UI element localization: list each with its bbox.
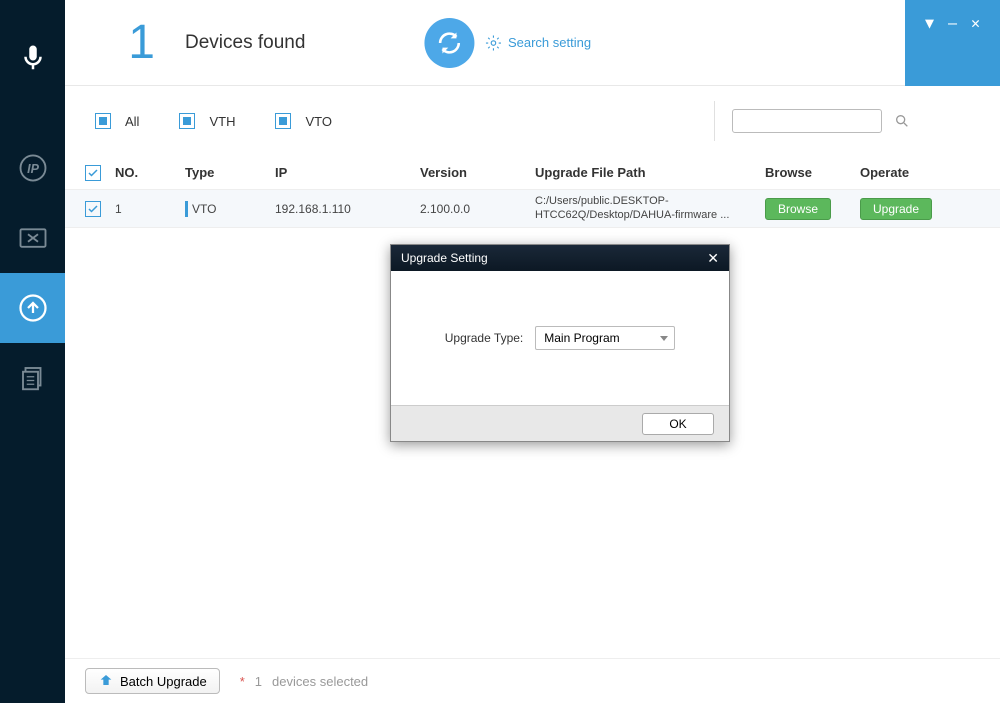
- type-indicator: [185, 201, 188, 217]
- th-browse: Browse: [765, 165, 860, 180]
- upgrade-type-label: Upgrade Type:: [445, 331, 524, 345]
- device-count: 1: [115, 15, 155, 70]
- footer: Batch Upgrade * 1 devices selected: [65, 658, 1000, 703]
- check-icon: [87, 203, 99, 215]
- caret-down-icon: [660, 336, 668, 341]
- cell-type-text: VTO: [192, 202, 216, 216]
- modal-close-button[interactable]: ✕: [707, 250, 719, 267]
- upgrade-type-value: Main Program: [544, 331, 619, 345]
- sidebar-upgrade[interactable]: [0, 273, 65, 343]
- th-path: Upgrade File Path: [535, 165, 765, 180]
- search-input[interactable]: [732, 109, 882, 133]
- svg-text:IP: IP: [27, 162, 39, 176]
- filter-all-label: All: [125, 114, 139, 129]
- batch-icon: [98, 673, 114, 689]
- th-no: NO.: [115, 165, 185, 180]
- separator: [714, 101, 715, 141]
- search-setting-label: Search setting: [508, 35, 591, 50]
- table-header: NO. Type IP Version Upgrade File Path Br…: [65, 156, 1000, 190]
- check-icon: [87, 167, 99, 179]
- docs-icon: [18, 363, 48, 393]
- filter-vth-label: VTH: [209, 114, 235, 129]
- ok-button[interactable]: OK: [642, 413, 714, 435]
- upgrade-type-select[interactable]: Main Program: [535, 326, 675, 350]
- table-row: 1 VTO 192.168.1.110 2.100.0.0 C:/Users/p…: [65, 190, 1000, 228]
- filter-vth[interactable]: VTH: [179, 113, 235, 129]
- th-ip: IP: [275, 165, 420, 180]
- mic-icon: [18, 43, 48, 73]
- selection-info: * 1 devices selected: [240, 674, 368, 689]
- batch-label: Batch Upgrade: [120, 674, 207, 689]
- win-close[interactable]: ✕: [971, 14, 980, 32]
- sidebar-ip[interactable]: IP: [0, 133, 65, 203]
- row-checkbox[interactable]: [85, 201, 101, 217]
- win-dropdown[interactable]: ▼: [925, 14, 934, 32]
- sidebar-logo: [0, 18, 65, 98]
- sidebar: IP: [0, 0, 65, 703]
- win-minimize[interactable]: —: [948, 14, 957, 32]
- cell-type: VTO: [185, 201, 275, 217]
- upgrade-icon: [18, 293, 48, 323]
- filter-vto-label: VTO: [305, 114, 332, 129]
- ok-label: OK: [669, 417, 686, 431]
- cell-ip: 192.168.1.110: [275, 202, 420, 216]
- filter-vto[interactable]: VTO: [275, 113, 332, 129]
- modal-title: Upgrade Setting: [401, 251, 488, 265]
- header-title: Devices found: [185, 32, 305, 54]
- th-type: Type: [185, 165, 275, 180]
- header: 1 Devices found Search setting ▼ — ✕: [65, 0, 1000, 86]
- upgrade-setting-dialog: Upgrade Setting ✕ Upgrade Type: Main Pro…: [390, 244, 730, 442]
- filter-vth-check[interactable]: [179, 113, 195, 129]
- selected-label: devices selected: [272, 674, 368, 689]
- refresh-button[interactable]: [424, 18, 474, 68]
- tools-icon: [18, 223, 48, 253]
- filter-bar: All VTH VTO: [65, 86, 1000, 156]
- ip-icon: IP: [18, 153, 48, 183]
- filter-all-check[interactable]: [95, 113, 111, 129]
- filter-all[interactable]: All: [95, 113, 139, 129]
- gear-icon: [484, 34, 502, 52]
- select-all-checkbox[interactable]: [85, 165, 101, 181]
- filter-vto-check[interactable]: [275, 113, 291, 129]
- window-controls: ▼ — ✕: [905, 0, 1000, 86]
- selected-count: 1: [255, 674, 262, 689]
- th-operate: Operate: [860, 165, 945, 180]
- search-setting-link[interactable]: Search setting: [484, 34, 591, 52]
- batch-upgrade-button[interactable]: Batch Upgrade: [85, 668, 220, 694]
- asterisk: *: [240, 674, 245, 689]
- cell-version: 2.100.0.0: [420, 202, 535, 216]
- cell-path: C:/Users/public.DESKTOP-HTCC62Q/Desktop/…: [535, 195, 765, 221]
- browse-button[interactable]: Browse: [765, 198, 831, 220]
- sidebar-docs[interactable]: [0, 343, 65, 413]
- th-version: Version: [420, 165, 535, 180]
- sidebar-tools[interactable]: [0, 203, 65, 273]
- cell-no: 1: [115, 202, 185, 216]
- refresh-icon: [435, 29, 463, 57]
- upgrade-button[interactable]: Upgrade: [860, 198, 932, 220]
- search-icon[interactable]: [894, 113, 910, 129]
